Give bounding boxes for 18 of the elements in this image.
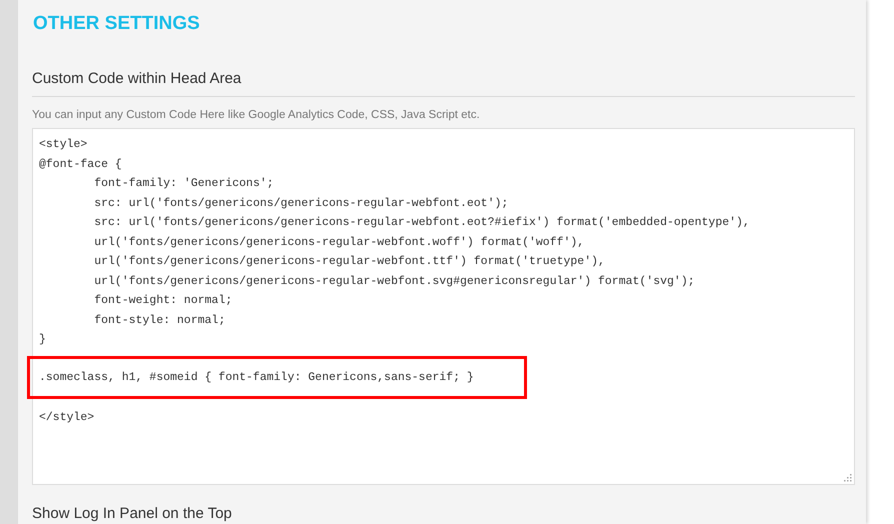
code-line: @font-face { [39, 156, 123, 172]
code-line: font-style: normal; [93, 312, 226, 328]
code-line: font-weight: normal; [93, 293, 234, 309]
highlight-box: .someclass, h1, #someid { font-family: Genericons,sans-serif; } [27, 356, 527, 399]
code-line: } [39, 332, 47, 348]
code-line: url('fonts/genericons/genericons-regular-webfont.svg#genericonsregular') format('svg'); [93, 274, 696, 290]
code-line: <style> [39, 137, 88, 153]
code-line: url('fonts/genericons/genericons-regular-webfont.woff') format('woff'), [93, 234, 586, 250]
resize-grip-icon[interactable] [844, 474, 852, 482]
setting-heading: Custom Code within Head Area [32, 69, 242, 89]
section-title: OTHER SETTINGS [32, 12, 201, 36]
code-line: font-family: 'Genericons'; [93, 176, 275, 192]
code-line: </style> [39, 410, 96, 426]
setting-heading: Show Log In Panel on the Top [32, 505, 233, 523]
code-line: src: url('fonts/genericons/genericons-regular-webfont.eot'); [93, 196, 510, 212]
code-line: url('fonts/genericons/genericons-regular-webfont.ttf') format('truetype'), [93, 254, 606, 270]
code-line: src: url('fonts/genericons/genericons-regular-webfont.eot?#iefix') format('embedded-opentype'), [93, 215, 751, 231]
setting-description: You can input any Custom Code Here like Google Analytics Code, CSS, Java Script etc. [32, 108, 481, 123]
